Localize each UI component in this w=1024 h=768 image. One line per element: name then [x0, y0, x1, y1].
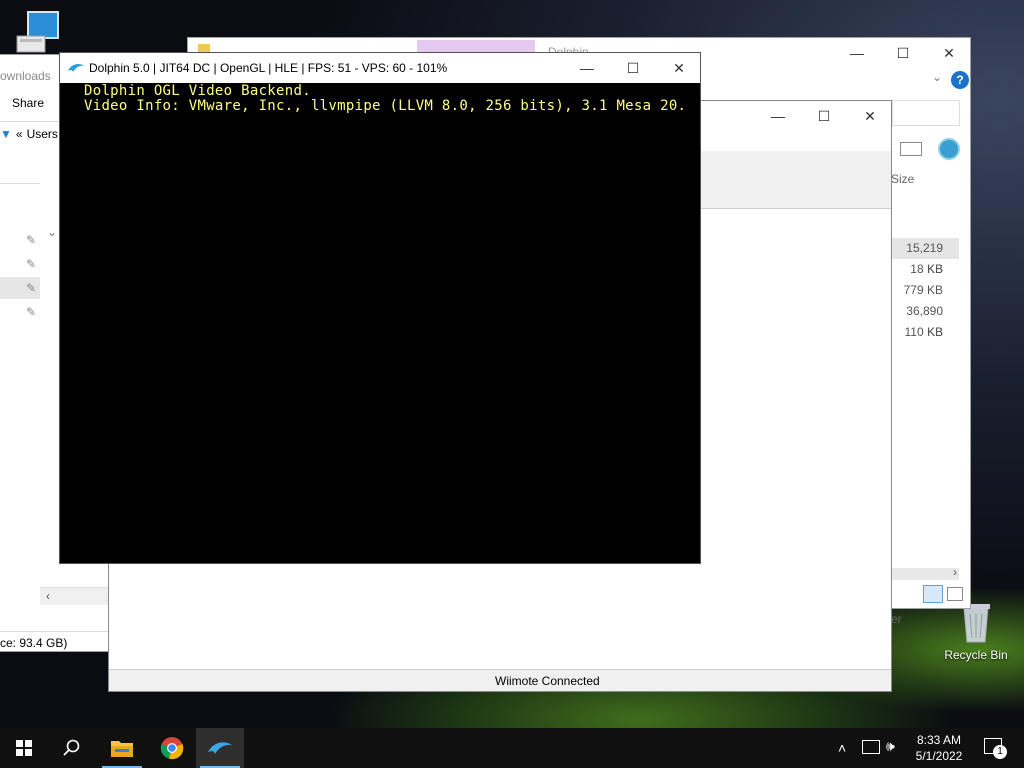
- notification-icon[interactable]: 1: [984, 738, 1007, 759]
- maximize-button[interactable]: ☐: [610, 53, 656, 83]
- horizontal-scrollbar[interactable]: ‹: [40, 587, 110, 605]
- pin-icon: ✎: [26, 305, 37, 319]
- minimize-button[interactable]: —: [755, 101, 801, 131]
- taskbar-chrome[interactable]: [148, 728, 196, 768]
- chrome-icon: [160, 737, 184, 760]
- render-title-bar[interactable]: Dolphin 5.0 | JIT64 DC | OpenGL | HLE | …: [60, 53, 700, 83]
- close-button[interactable]: ✕: [656, 53, 702, 83]
- size-cell[interactable]: 18 KB: [891, 259, 959, 280]
- status-bar: Wiimote Connected: [109, 669, 891, 691]
- video-info-line: Video Info: VMware, Inc., llvmpipe (LLVM…: [84, 98, 687, 114]
- column-header-size[interactable]: Size: [891, 172, 914, 186]
- render-output: Dolphin OGL Video Backend. Video Info: V…: [84, 84, 700, 124]
- backend-info-line: Dolphin OGL Video Backend.: [84, 84, 311, 99]
- start-button[interactable]: [0, 728, 48, 768]
- clock-time: 8:33 AM: [916, 733, 962, 747]
- clock-date: 5/1/2022: [915, 749, 963, 763]
- search-box[interactable]: [892, 100, 960, 126]
- ribbon-tab-downloads[interactable]: ownloads: [0, 69, 51, 83]
- mail-icon[interactable]: [900, 142, 922, 156]
- search-icon: [63, 739, 80, 756]
- horizontal-scrollbar[interactable]: ›: [891, 565, 959, 580]
- large-icons-view-icon[interactable]: [947, 587, 963, 601]
- dolphin-icon: [208, 742, 232, 754]
- partial-label: er: [891, 612, 902, 626]
- dolphin-icon: [68, 63, 84, 72]
- chevron-double-left-icon: «: [15, 127, 23, 141]
- close-button[interactable]: ✕: [926, 38, 972, 68]
- pin-icon: ✎: [26, 233, 37, 247]
- folder-icon: [111, 741, 133, 757]
- recycle-bin-label: Recycle Bin: [944, 648, 1008, 662]
- chevron-down-icon[interactable]: ⌄: [47, 225, 57, 239]
- taskbar-file-explorer[interactable]: [98, 728, 146, 768]
- path-users[interactable]: Users: [27, 127, 58, 141]
- pin-icon: ✎: [26, 281, 37, 295]
- chevron-down-icon[interactable]: ⌄: [932, 70, 942, 84]
- minimize-button[interactable]: —: [834, 38, 880, 68]
- scroll-right-icon[interactable]: ›: [953, 565, 957, 579]
- search-button[interactable]: [48, 728, 96, 768]
- recycle-bin-desktop-icon[interactable]: Recycle Bin: [944, 600, 1008, 662]
- taskbar-dolphin[interactable]: [196, 728, 244, 768]
- maximize-button[interactable]: ☐: [880, 38, 926, 68]
- render-window-title: Dolphin 5.0 | JIT64 DC | OpenGL | HLE | …: [89, 61, 448, 75]
- ribbon-tab-share[interactable]: Share: [12, 96, 44, 110]
- size-cell[interactable]: 779 KB: [891, 280, 959, 301]
- windows-logo-icon: [16, 740, 32, 756]
- minimize-button[interactable]: —: [564, 53, 610, 83]
- close-button[interactable]: ✕: [847, 101, 893, 131]
- dolphin-render-window: Dolphin 5.0 | JIT64 DC | OpenGL | HLE | …: [59, 52, 701, 564]
- taskbar: ˄ 🕪 8:33 AM 5/1/2022 1: [0, 728, 1024, 768]
- pin-icon: ✎: [26, 257, 37, 271]
- arrow-down-icon: ▼: [0, 127, 12, 141]
- details-view-icon[interactable]: [923, 585, 943, 603]
- notification-badge: 1: [993, 745, 1007, 759]
- size-cell[interactable]: 15,219 KB: [891, 238, 959, 276]
- size-column: 15,219 KB 18 KB 779 KB 36,890 KB 110 KB: [891, 238, 959, 343]
- maximize-button[interactable]: ☐: [801, 101, 847, 131]
- this-pc-desktop-icon[interactable]: [14, 8, 62, 56]
- clock[interactable]: 8:33 AM 5/1/2022: [906, 732, 972, 764]
- globe-icon[interactable]: [938, 138, 960, 160]
- computer-icon: [16, 11, 59, 53]
- status-wiimote: Wiimote Connected: [495, 674, 600, 688]
- scroll-left-icon[interactable]: ‹: [46, 589, 50, 603]
- volume-icon[interactable]: 🕪: [886, 738, 895, 755]
- status-bar-left: ce: 93.4 GB): [0, 631, 110, 653]
- address-bar[interactable]: ▼ « Users: [0, 127, 58, 141]
- chevron-up-icon[interactable]: ˄: [838, 740, 846, 756]
- network-icon[interactable]: [862, 740, 880, 754]
- size-cell[interactable]: 36,890 KB: [891, 301, 959, 339]
- size-cell[interactable]: 110 KB: [891, 322, 959, 343]
- help-icon[interactable]: ?: [951, 71, 969, 89]
